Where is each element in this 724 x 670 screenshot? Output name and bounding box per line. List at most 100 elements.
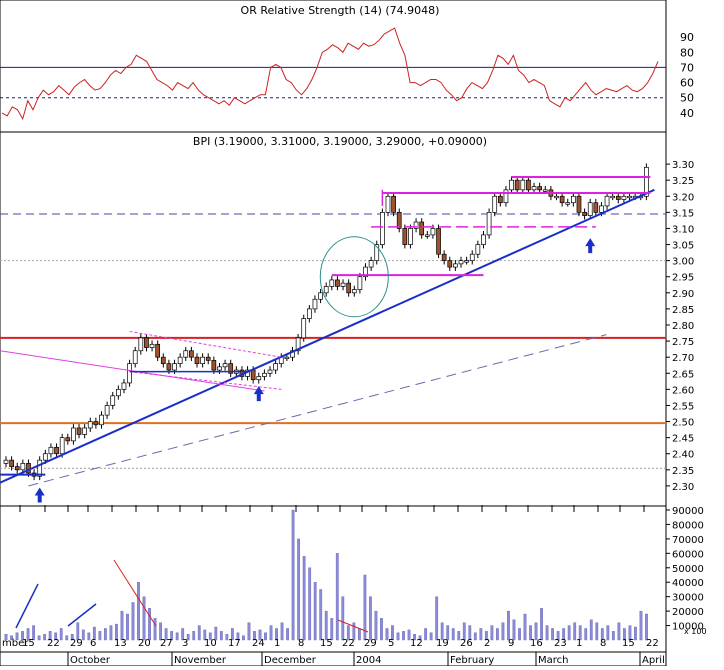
candle-body [306, 308, 312, 319]
volume-bar [402, 631, 405, 641]
rsi-tick-label: 60 [680, 77, 694, 90]
volume-bar [286, 628, 289, 641]
candle-body [256, 376, 262, 381]
month-label: November [174, 655, 227, 666]
volume-tick-label: 20000 [672, 607, 704, 618]
candle-body [87, 421, 93, 429]
candle-body [537, 186, 543, 191]
x-tick-label: 27 [160, 638, 173, 649]
price-tick-label: 2.50 [672, 418, 694, 429]
volume-bar [512, 619, 516, 641]
volume-bar [109, 625, 113, 641]
candle-body [127, 363, 132, 384]
volume-tick-label: 90000 [672, 506, 704, 517]
x-tick-label: 22 [646, 638, 659, 649]
volume-bar [518, 628, 521, 641]
volume-bar [567, 625, 571, 641]
candle-body [194, 356, 200, 364]
candle-body [565, 202, 571, 205]
volume-bar [308, 567, 312, 641]
candle-body [503, 189, 509, 204]
month-label: April [642, 655, 665, 666]
volume-bar [435, 596, 439, 641]
volume-bar [374, 610, 378, 641]
candle-body [531, 186, 537, 191]
volume-tick-label: 40000 [672, 578, 704, 589]
volume-bar [197, 625, 201, 641]
price-tick-label: 2.90 [672, 289, 694, 300]
candle-body [396, 212, 402, 229]
x-tick-label: 24 [252, 638, 265, 649]
volume-tick-label: 50000 [672, 564, 704, 575]
price-tick-label: 2.60 [672, 385, 694, 396]
price-tick-label: 2.65 [672, 369, 694, 380]
candle-body [155, 343, 161, 358]
x-tick-label: 3 [182, 638, 188, 649]
month-label: 2004 [356, 655, 381, 666]
candle-body [441, 253, 447, 261]
x-tick-label: 20 [138, 638, 151, 649]
candle-body [576, 195, 582, 213]
volume-bar [595, 622, 599, 641]
candle-body [402, 228, 408, 245]
x-tick-label: 12 [410, 638, 423, 649]
volume-bar [192, 631, 196, 641]
price-tick-label: 2.30 [672, 482, 694, 493]
volume-bar [247, 622, 251, 641]
volume-bar [584, 628, 588, 641]
volume-bar [297, 538, 301, 641]
volume-bar [131, 602, 135, 641]
price-tick-label: 2.80 [672, 321, 694, 332]
x-tick-label: 8 [600, 638, 606, 649]
volume-bar [606, 625, 610, 641]
candle-body [486, 212, 492, 236]
volume-bar [126, 613, 129, 641]
candle-body [284, 356, 290, 360]
volume-bar [65, 635, 69, 641]
volume-bar [540, 608, 543, 641]
candle-body [76, 427, 82, 435]
price-panel-frame [0, 131, 667, 507]
volume-bar [507, 610, 510, 641]
volume-bar [219, 631, 223, 641]
x-tick-label: 8 [298, 638, 304, 649]
candle-body [318, 292, 323, 300]
rsi-tick-label: 90 [680, 31, 694, 44]
candle-body [172, 363, 177, 371]
candle-body [82, 427, 87, 435]
candle-body [14, 466, 20, 471]
candle-body [54, 446, 59, 455]
candle-body [20, 463, 26, 471]
month-label: March [538, 655, 568, 666]
x-tick-label: 2 [484, 638, 490, 649]
chart-canvas: OR Relative Strength (14) (74.9048) BPI … [0, 0, 707, 667]
candle-body [391, 195, 396, 213]
candle-body [59, 437, 65, 455]
candle-body [149, 343, 155, 348]
price-tick-label: 2.95 [672, 273, 694, 284]
candle-body [104, 405, 110, 416]
candle-body [222, 363, 228, 368]
candle-body [419, 221, 425, 236]
candle-body [436, 228, 441, 255]
candle-body [475, 244, 481, 255]
volume-bar [319, 589, 323, 641]
candle-body [526, 179, 531, 191]
volume-tick-label: 70000 [672, 535, 704, 546]
candle-body [132, 350, 138, 364]
rsi-tick-label: 80 [680, 46, 694, 59]
candle-body [571, 195, 576, 204]
candle-body [481, 234, 486, 245]
volume-bar [302, 556, 306, 641]
rsi-tick-label: 50 [680, 92, 694, 105]
x-tick-label: 5 [388, 638, 394, 649]
candle-body [604, 195, 610, 207]
volume-bar [357, 628, 361, 641]
volume-bar [473, 632, 477, 641]
candle-body [262, 372, 267, 377]
volume-bar [291, 509, 295, 641]
volume-bar [37, 635, 41, 641]
price-tick-label: 3.20 [672, 192, 694, 203]
candle-body [71, 427, 76, 442]
volume-bar [496, 628, 499, 641]
